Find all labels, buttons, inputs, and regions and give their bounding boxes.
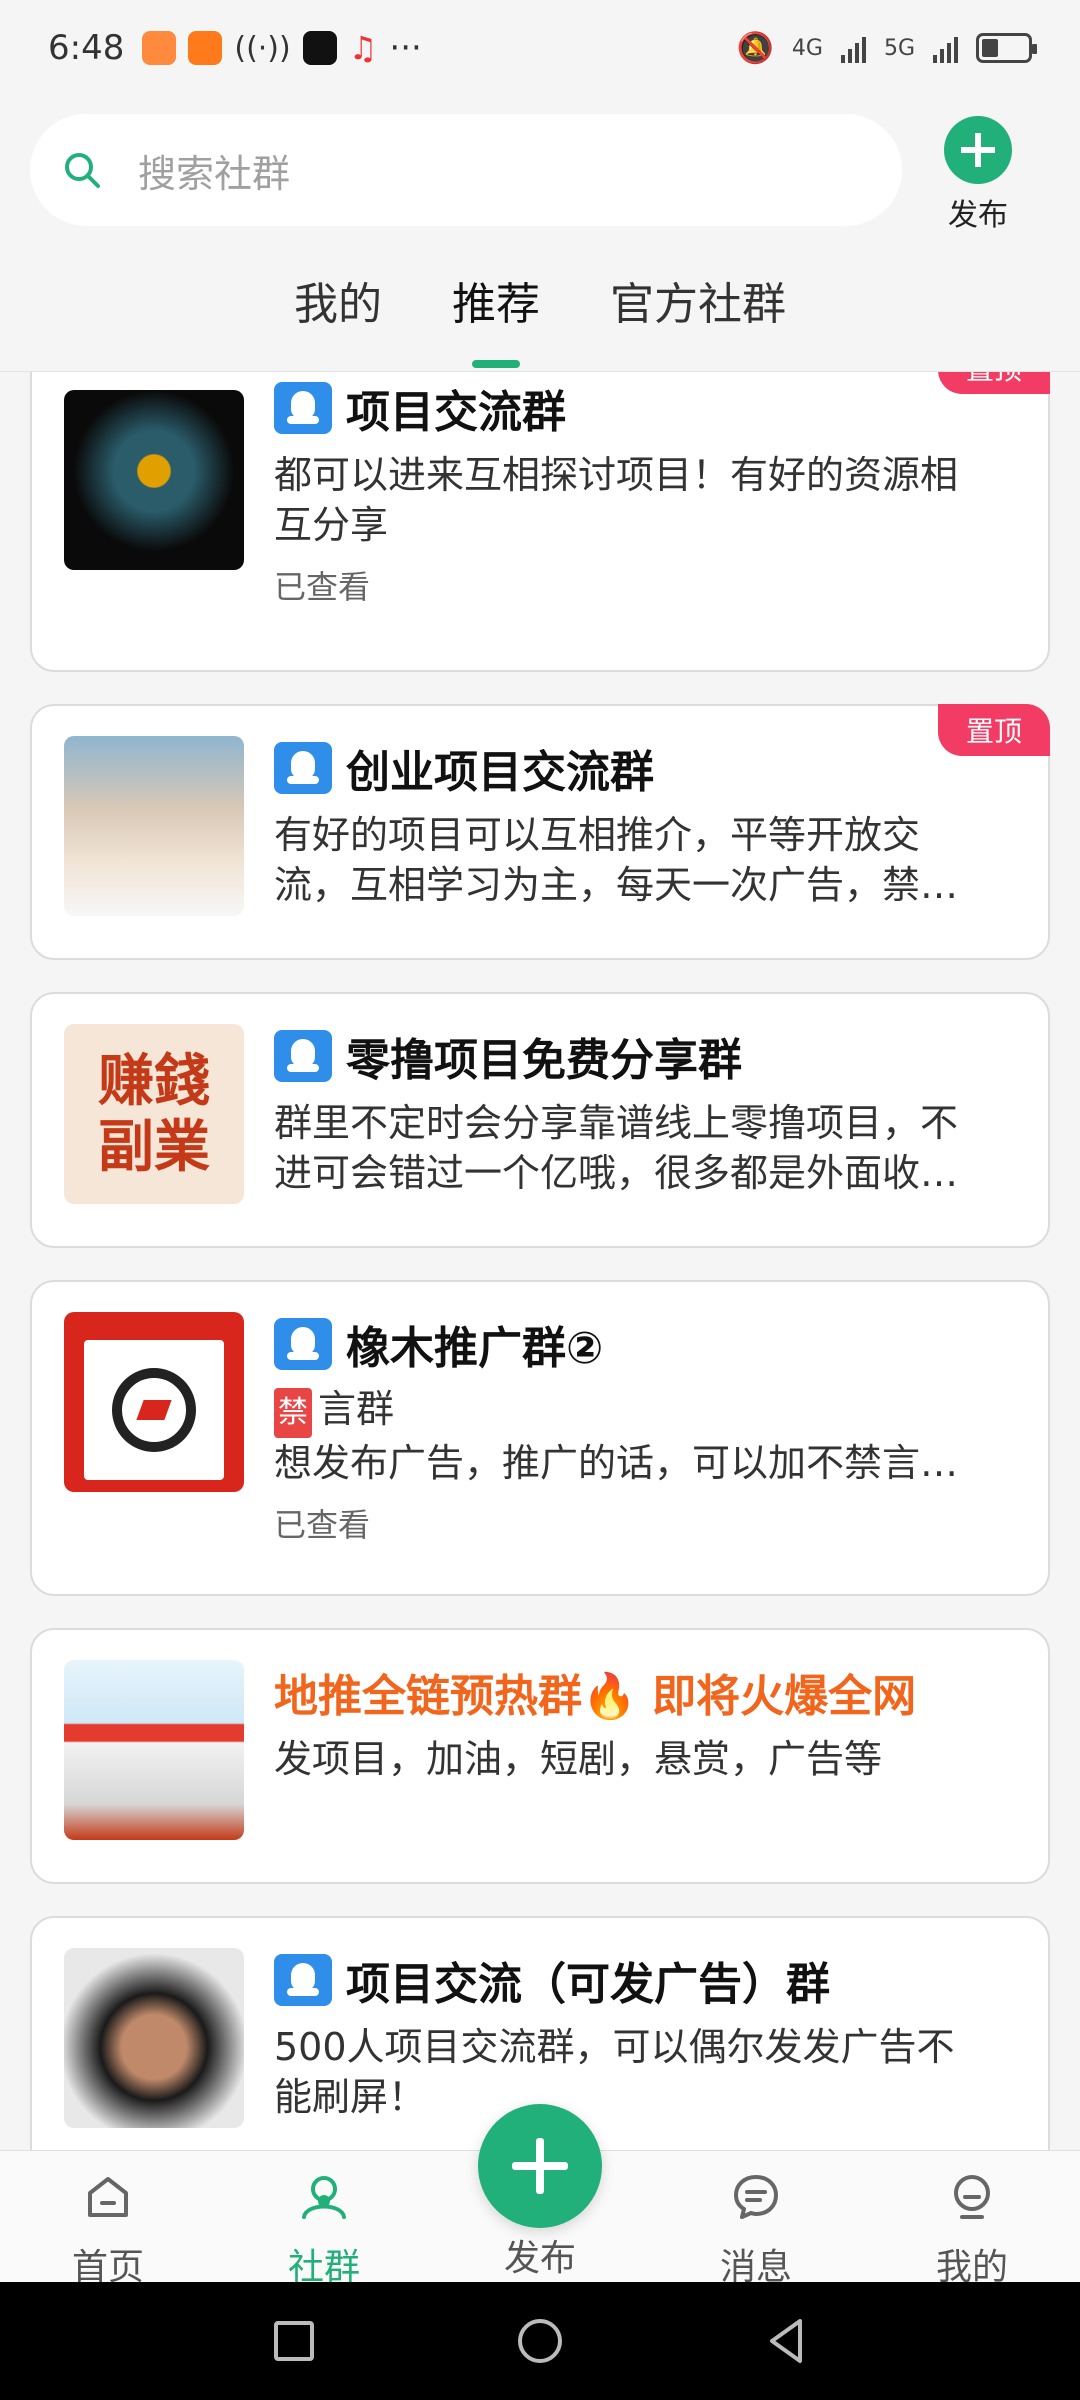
plus-icon [944,116,1012,184]
group-description: 500人项目交流群，可以偶尔发发广告不能刷屏！ [274,2025,955,2119]
group-card[interactable]: 赚錢 副業 零撸项目免费分享群 群里不定时会分享靠谱线上零撸项目，不进可会错过一… [30,992,1050,1248]
group-title-text: 创业项目交流群 [346,747,654,798]
group-description: 都可以进来互相探讨项目！有好的资源相互分享 [274,453,959,547]
tab-official[interactable]: 官方社群 [610,258,786,368]
group-avatar [64,736,244,916]
viewed-label: 已查看 [274,568,371,606]
notification-icons: ((·)) ♫ ··· [142,28,422,68]
group-title: 创业项目交流群 [274,738,992,798]
group-avatar [64,1312,244,1492]
battery-icon [976,33,1037,63]
qq-icon [274,382,332,434]
group-avatar [64,1660,244,1840]
qq-icon [274,742,332,794]
tab-bar: 我的 推荐 官方社群 [0,258,1080,368]
header: 搜索社群 发布 我的 推荐 官方社群 [0,96,1080,372]
network-label-2: 5G [883,35,915,61]
group-avatar [64,1948,244,2128]
nav-community[interactable]: 社群 [216,2151,432,2288]
hotspot-icon: ((·)) [234,30,291,66]
group-card[interactable]: 置顶 项目交流群 都可以进来互相探讨项目！有好的资源相互分享 已查看 [30,372,1050,672]
group-description: 发项目，加油，短剧，悬赏，广告等 [274,1737,883,1781]
group-title-text: 零撸项目免费分享群 [346,1035,742,1086]
nav-profile[interactable]: 我的 [864,2151,1080,2288]
qq-icon [274,1030,332,1082]
group-title: 项目交流（可发广告）群 [274,1950,992,2010]
group-card[interactable]: 地推全链预热群🔥 即将火爆全网 发项目，加油，短剧，悬赏，广告等 [30,1628,1050,1884]
profile-icon [954,2175,990,2219]
group-title-text: 地推全链预热群🔥 即将火爆全网 [274,1671,917,1722]
group-title: 零撸项目免费分享群 [274,1026,992,1086]
more-notifications: ··· [389,28,422,68]
group-title-text: 橡木推广群② [346,1323,604,1374]
group-list: 置顶 项目交流群 都可以进来互相探讨项目！有好的资源相互分享 已查看 置顶 创业… [0,372,1080,2150]
publish-fab[interactable] [478,2104,602,2228]
group-description: 群里不定时会分享靠谱线上零撸项目，不进可会错过一个亿哦，很多都是外面收… [274,1101,959,1195]
viewed-label: 已查看 [274,1506,371,1544]
app-notification-icon [142,31,177,65]
group-description: 有好的项目可以互相推介，平等开放交流，互相学习为主，每天一次广告，禁… [274,813,959,907]
publish-label: 发布 [948,198,1008,233]
app-notification-icon [188,31,223,65]
network-label-1: 4G [791,35,823,61]
app-notification-icon [302,31,337,65]
qq-icon [274,1318,332,1370]
music-icon: ♫ [348,29,378,67]
mute-status: 禁言群 [274,1384,992,1438]
system-nav-bar [0,2282,1080,2400]
group-avatar [64,390,244,570]
recents-icon[interactable] [272,2319,316,2363]
nav-label: 发布 [503,2238,576,2279]
group-avatar: 赚錢 副業 [64,1024,244,1204]
avatar-text: 赚錢 [98,1048,210,1114]
group-title: 橡木推广群② [274,1314,992,1374]
group-description: 想发布广告，推广的话，可以加不禁言… [274,1441,959,1485]
search-bar[interactable]: 搜索社群 [30,114,902,226]
back-icon[interactable] [764,2317,808,2365]
group-card[interactable]: 橡木推广群② 禁言群 想发布广告，推广的话，可以加不禁言… 已查看 [30,1280,1050,1596]
avatar-text: 副業 [98,1114,210,1180]
group-card[interactable]: 置顶 创业项目交流群 有好的项目可以互相推介，平等开放交流，互相学习为主，每天一… [30,704,1050,960]
search-placeholder: 搜索社群 [138,151,291,196]
qr-code-icon [84,1340,224,1480]
ban-tag: 禁 [274,1388,312,1438]
qq-icon [274,1954,332,2006]
group-title-text: 项目交流群 [346,387,566,438]
nav-messages[interactable]: 消息 [648,2151,864,2288]
home-circle-icon[interactable] [516,2317,564,2365]
status-bar: 6:48 ((·)) ♫ ··· 🔕 4G 5G [0,0,1080,96]
publish-button[interactable]: 发布 [930,116,1026,234]
message-icon [734,2175,778,2219]
signal-icon [840,33,866,63]
group-title: 地推全链预热群🔥 即将火爆全网 [274,1662,992,1722]
group-title-text: 项目交流（可发广告）群 [346,1959,830,2010]
tab-mine[interactable]: 我的 [294,258,382,368]
group-title: 项目交流群 [274,378,992,438]
mute-icon: 🔕 [736,30,774,66]
signal-icon [933,33,958,63]
status-time: 6:48 [48,28,125,68]
search-icon [65,153,100,188]
community-icon [302,2176,346,2219]
home-icon [88,2177,128,2217]
ban-text: 言群 [318,1387,395,1431]
nav-home[interactable]: 首页 [0,2151,216,2288]
tab-recommended[interactable]: 推荐 [452,258,540,368]
